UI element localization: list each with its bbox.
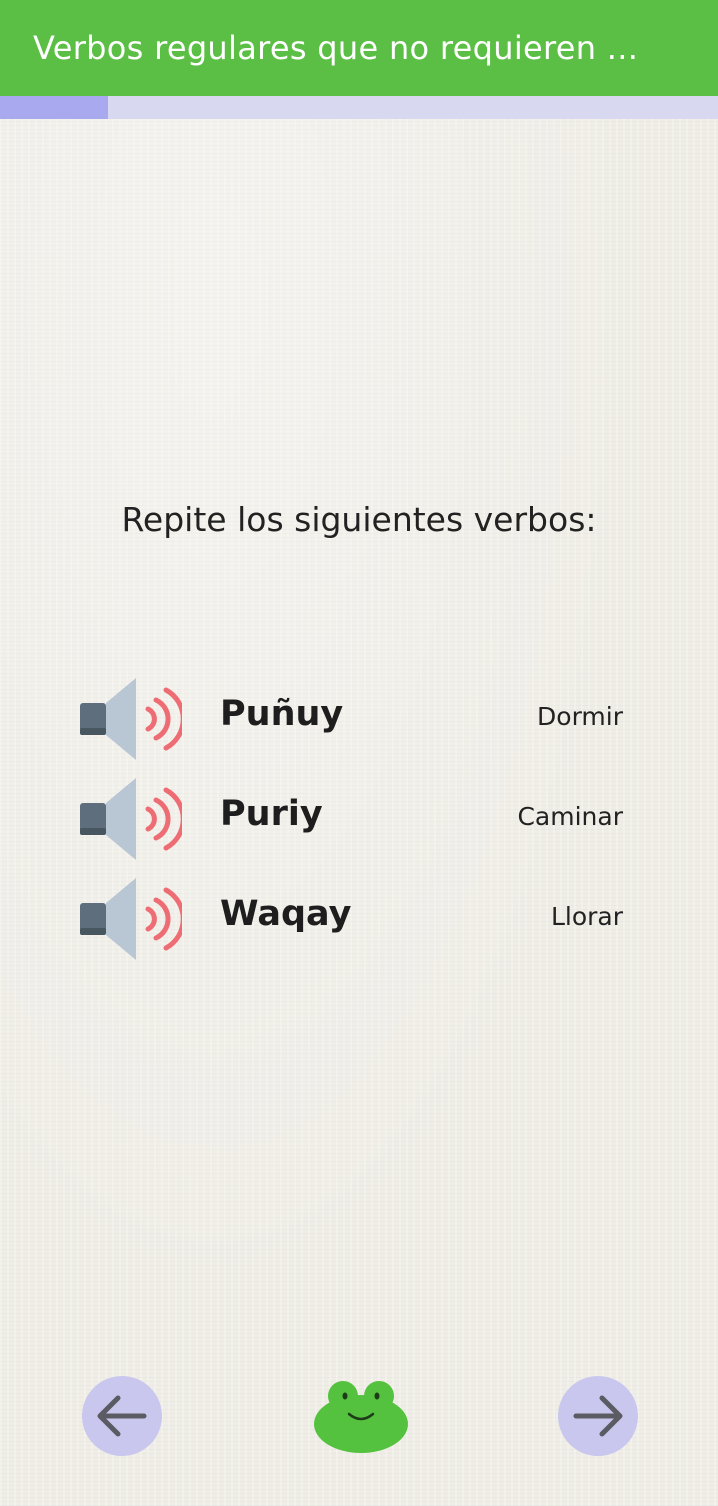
speaker-icon[interactable] bbox=[78, 776, 182, 862]
frog-icon[interactable] bbox=[311, 1378, 411, 1454]
speaker-icon[interactable] bbox=[78, 876, 182, 962]
top-app-bar: Verbos regulares que no requieren ... bbox=[0, 0, 718, 96]
verb-meaning: Dormir bbox=[537, 702, 623, 731]
speaker-icon[interactable] bbox=[78, 676, 182, 762]
verb-meaning: Llorar bbox=[550, 902, 623, 931]
verb-word: Waqay bbox=[220, 894, 352, 934]
verb-row: Puñuy Dormir bbox=[78, 676, 623, 762]
page-title: Verbos regulares que no requieren ... bbox=[33, 29, 639, 67]
next-button[interactable] bbox=[558, 1376, 638, 1456]
verb-meaning: Caminar bbox=[517, 802, 623, 831]
lesson-progress-fill bbox=[0, 96, 108, 119]
instruction-text: Repite los siguientes verbos: bbox=[121, 500, 597, 539]
verb-row: Puriy Caminar bbox=[78, 776, 623, 862]
verb-word: Puriy bbox=[220, 794, 323, 834]
lesson-progress-bar bbox=[0, 96, 718, 119]
verb-word: Puñuy bbox=[220, 694, 344, 734]
back-button[interactable] bbox=[82, 1376, 162, 1456]
arrow-right-icon bbox=[573, 1395, 623, 1437]
arrow-left-icon bbox=[97, 1395, 147, 1437]
verb-row: Waqay Llorar bbox=[78, 876, 623, 962]
